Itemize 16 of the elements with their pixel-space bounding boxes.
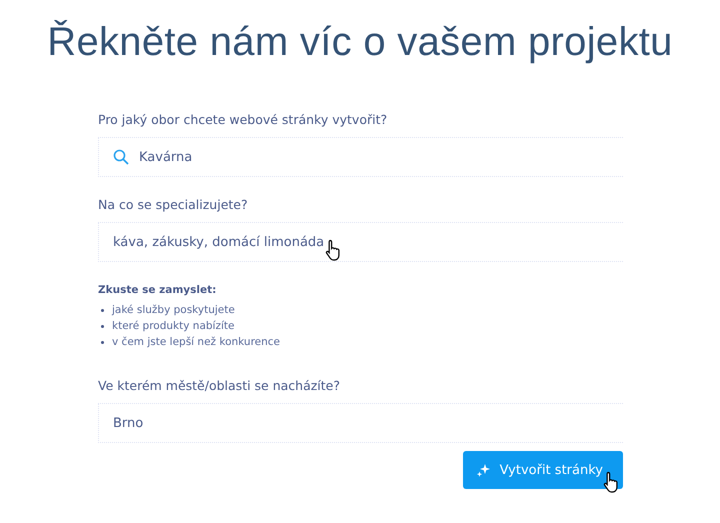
field-label: Ve kterém městě/oblasti se nacházíte? bbox=[98, 378, 342, 393]
field-label: Na co se specializujete? bbox=[98, 197, 249, 212]
hint-item: jaké služby poskytujete bbox=[112, 304, 235, 316]
bullet-icon bbox=[101, 324, 104, 328]
field-label: Pro jaký obor chcete webové stránky vytvořit? bbox=[98, 112, 388, 127]
bullet-icon bbox=[101, 340, 104, 344]
search-icon bbox=[113, 149, 129, 165]
input-field[interactable]: Brno bbox=[98, 403, 623, 443]
sparkle-icon bbox=[476, 464, 490, 476]
hint-item: v čem jste lepší než konkurence bbox=[112, 336, 280, 348]
hint-item: které produkty nabízíte bbox=[112, 320, 234, 332]
bullet-icon bbox=[101, 308, 104, 312]
input-field[interactable]: káva, zákusky, domácí limonáda bbox=[98, 222, 623, 262]
page-title: Řekněte nám víc o vašem projektu bbox=[46, 20, 674, 65]
input-field[interactable]: Kavárna bbox=[98, 137, 623, 177]
hint-heading: Zkuste se zamyslet: bbox=[98, 284, 216, 296]
